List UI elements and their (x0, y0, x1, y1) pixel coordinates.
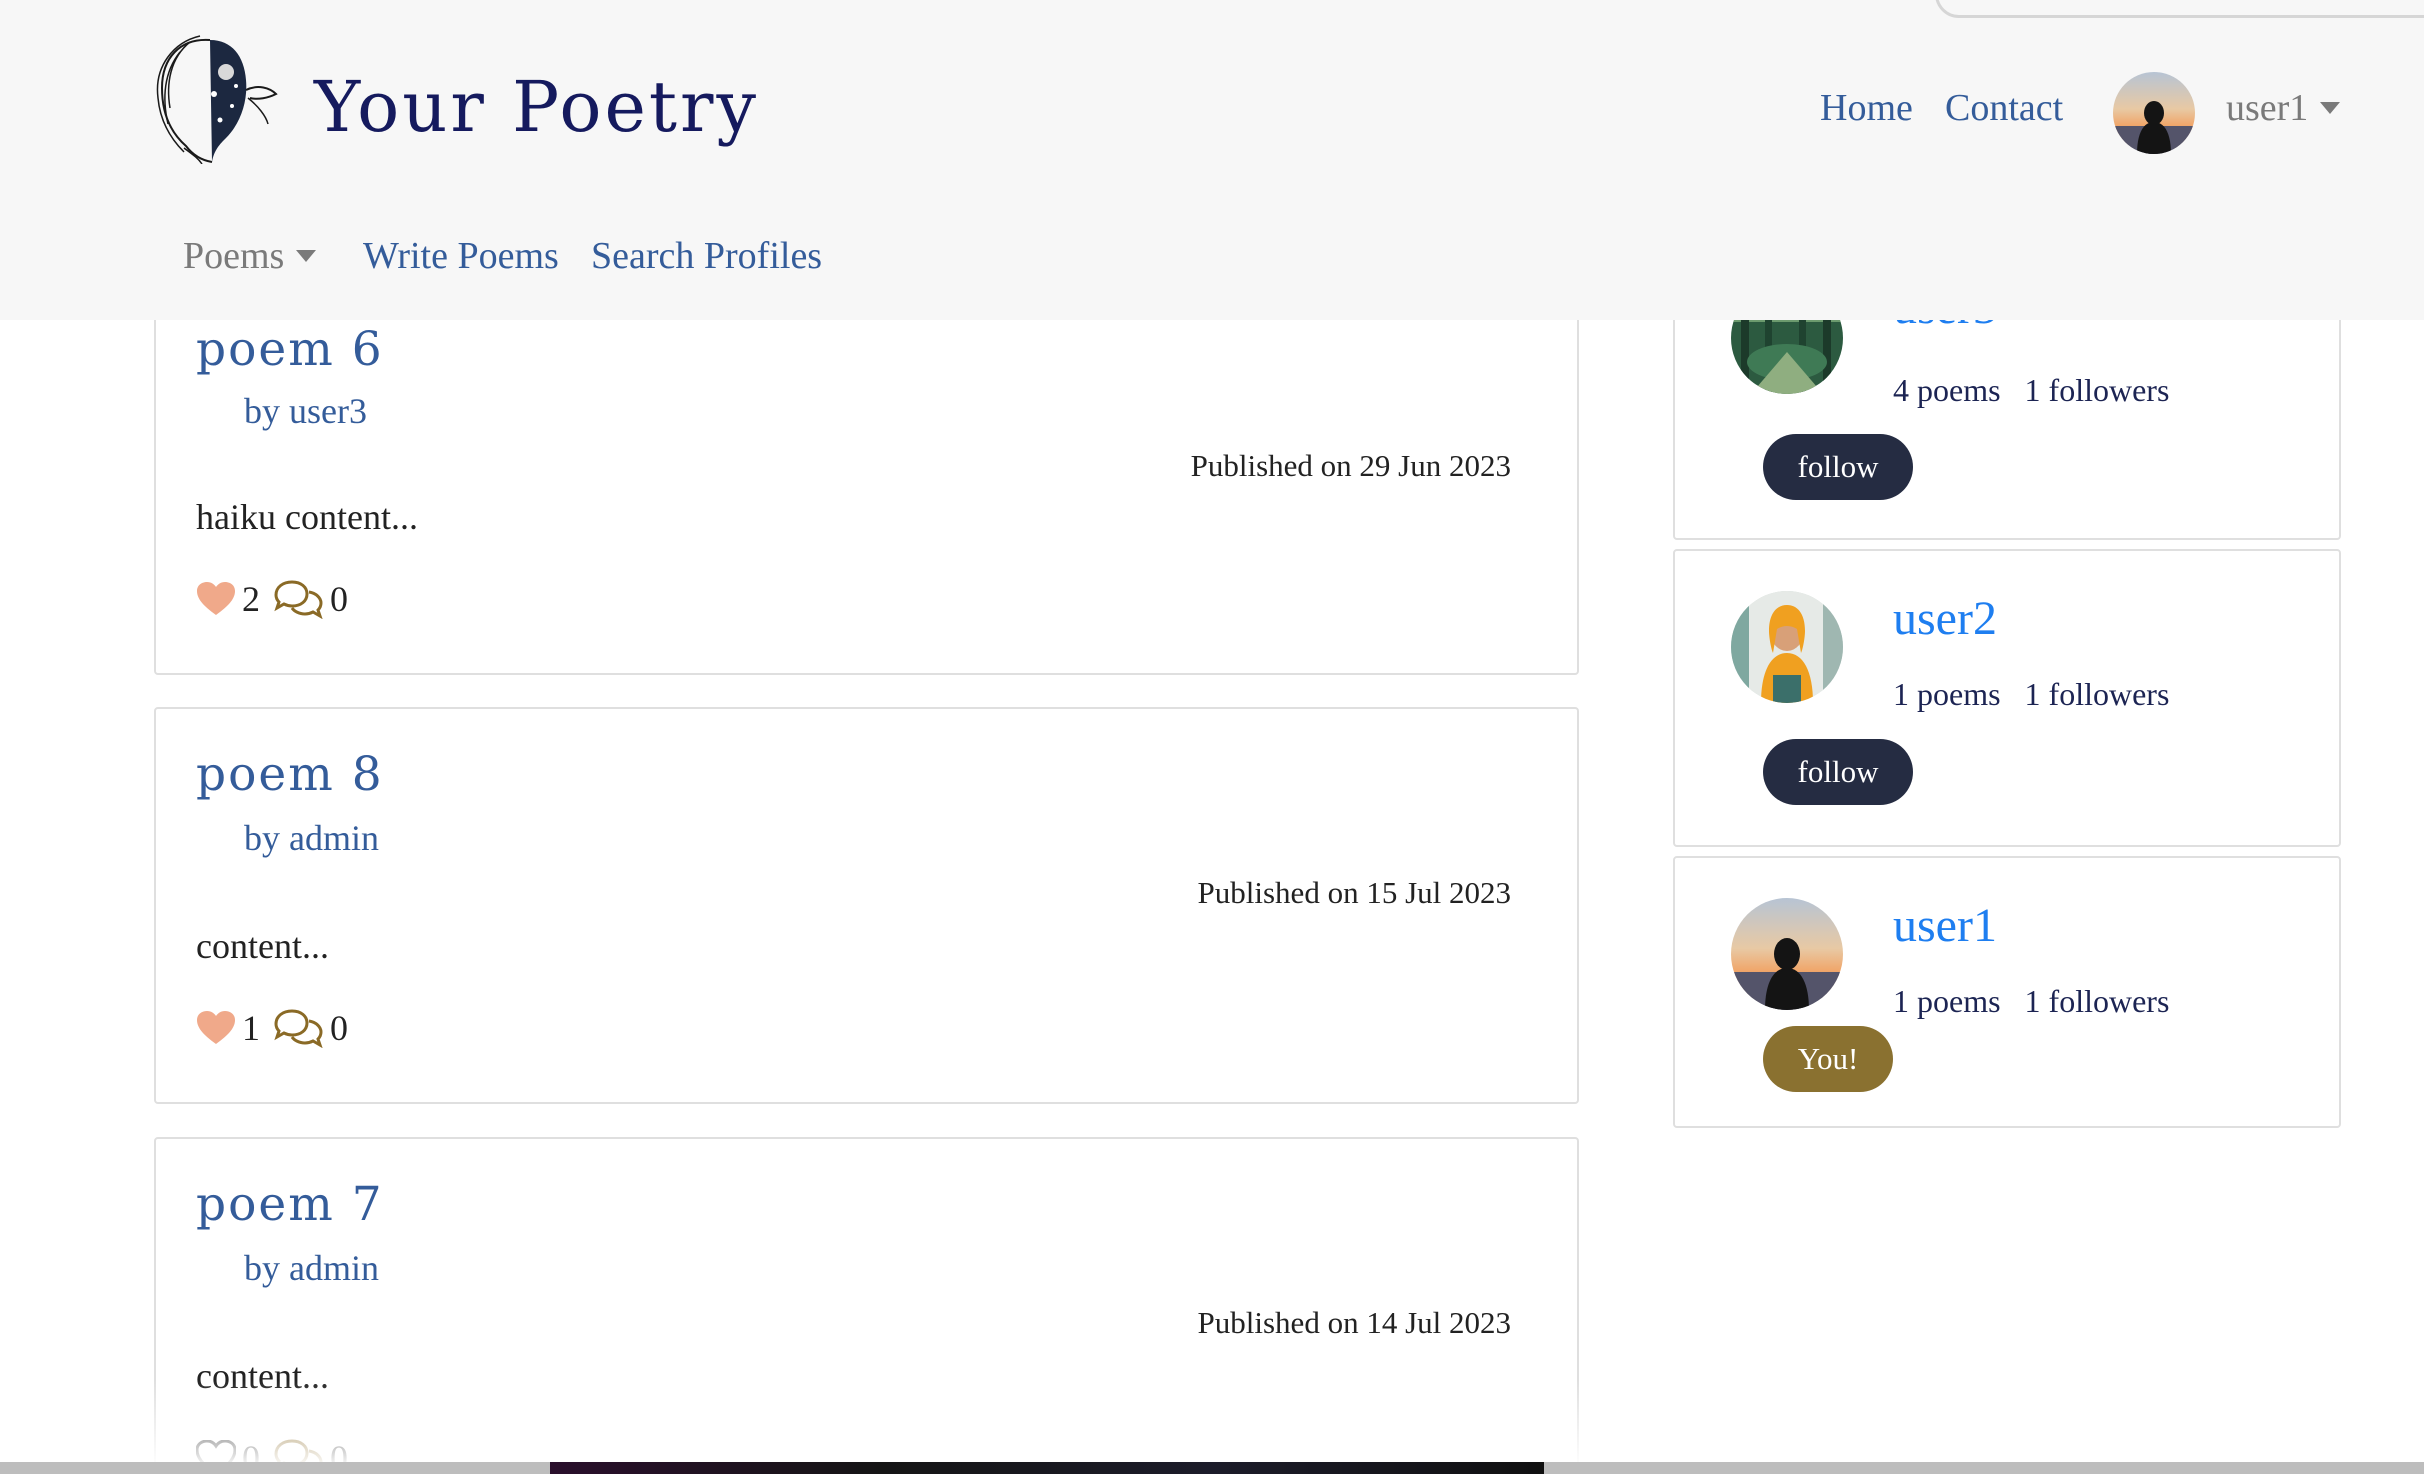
browser-tab-edge (1935, 0, 2424, 18)
user-stats: 1 poems 1 followers (1893, 676, 2169, 713)
poem-count: 4 poems (1893, 372, 2001, 408)
poem-title[interactable]: poem 8 (196, 747, 384, 802)
poem-title[interactable]: poem 6 (196, 322, 384, 377)
user-avatar[interactable] (2113, 72, 2195, 154)
taskbar-thumbnail (550, 1462, 1544, 1474)
nav-search-profiles[interactable]: Search Profiles (591, 234, 822, 278)
user-card: user1 1 poems 1 followers You! (1673, 856, 2341, 1128)
poem-author-link[interactable]: by admin (244, 817, 379, 859)
chevron-down-icon (296, 250, 317, 263)
poem-stats: 2 0 (196, 578, 360, 620)
comment-count: 0 (330, 1008, 348, 1048)
poem-author-link[interactable]: by admin (244, 1247, 379, 1289)
poem-date: Published on 29 Jun 2023 (1190, 448, 1511, 483)
poem-stats: 1 0 (196, 1007, 360, 1049)
logo-icon[interactable] (140, 28, 280, 165)
comment-icon[interactable] (272, 579, 324, 619)
poem-date: Published on 14 Jul 2023 (1197, 1305, 1511, 1340)
poem-excerpt: haiku content... (196, 497, 418, 537)
poem-card: poem 8 by admin Published on 15 Jul 2023… (154, 707, 1579, 1104)
like-count: 1 (242, 1008, 260, 1048)
you-badge: You! (1763, 1026, 1893, 1092)
avatar[interactable] (1731, 898, 1843, 1010)
user-card: user2 1 poems 1 followers follow (1673, 549, 2341, 847)
user-name-link[interactable]: user1 (1893, 898, 1997, 953)
comment-count: 0 (330, 579, 348, 619)
heart-icon[interactable] (196, 581, 236, 617)
follower-count: 1 followers (2024, 372, 2170, 408)
user-menu-dropdown[interactable]: user1 (2226, 86, 2341, 130)
poem-date: Published on 15 Jul 2023 (1197, 875, 1511, 910)
nav-contact[interactable]: Contact (1945, 86, 2063, 130)
poem-count: 1 poems (1893, 676, 2001, 712)
comment-icon[interactable] (272, 1008, 324, 1048)
user-name-link[interactable]: user2 (1893, 591, 1997, 646)
poems-dropdown-label: Poems (183, 235, 285, 277)
poems-dropdown[interactable]: Poems (183, 234, 317, 278)
like-count: 2 (242, 579, 260, 619)
navbar: Your Poetry Home Contact user1 Poems Wri… (0, 0, 2424, 320)
poem-author-link[interactable]: by user3 (244, 390, 367, 432)
follower-count: 1 followers (2024, 676, 2170, 712)
follow-button[interactable]: follow (1763, 434, 1913, 500)
avatar[interactable] (1731, 591, 1843, 703)
chevron-down-icon (2320, 102, 2341, 115)
brand-title[interactable]: Your Poetry (314, 66, 759, 148)
nav-write-poems[interactable]: Write Poems (363, 234, 559, 278)
poem-count: 1 poems (1893, 983, 2001, 1019)
user-stats: 1 poems 1 followers (1893, 983, 2169, 1020)
follower-count: 1 followers (2024, 983, 2170, 1019)
nav-home[interactable]: Home (1820, 86, 1913, 130)
bottom-fade (0, 1380, 2424, 1464)
user-stats: 4 poems 1 followers (1893, 372, 2169, 409)
heart-icon[interactable] (196, 1010, 236, 1046)
poem-excerpt: content... (196, 926, 329, 966)
user-menu-label: user1 (2226, 87, 2309, 129)
follow-button[interactable]: follow (1763, 739, 1913, 805)
poem-title[interactable]: poem 7 (196, 1177, 384, 1232)
